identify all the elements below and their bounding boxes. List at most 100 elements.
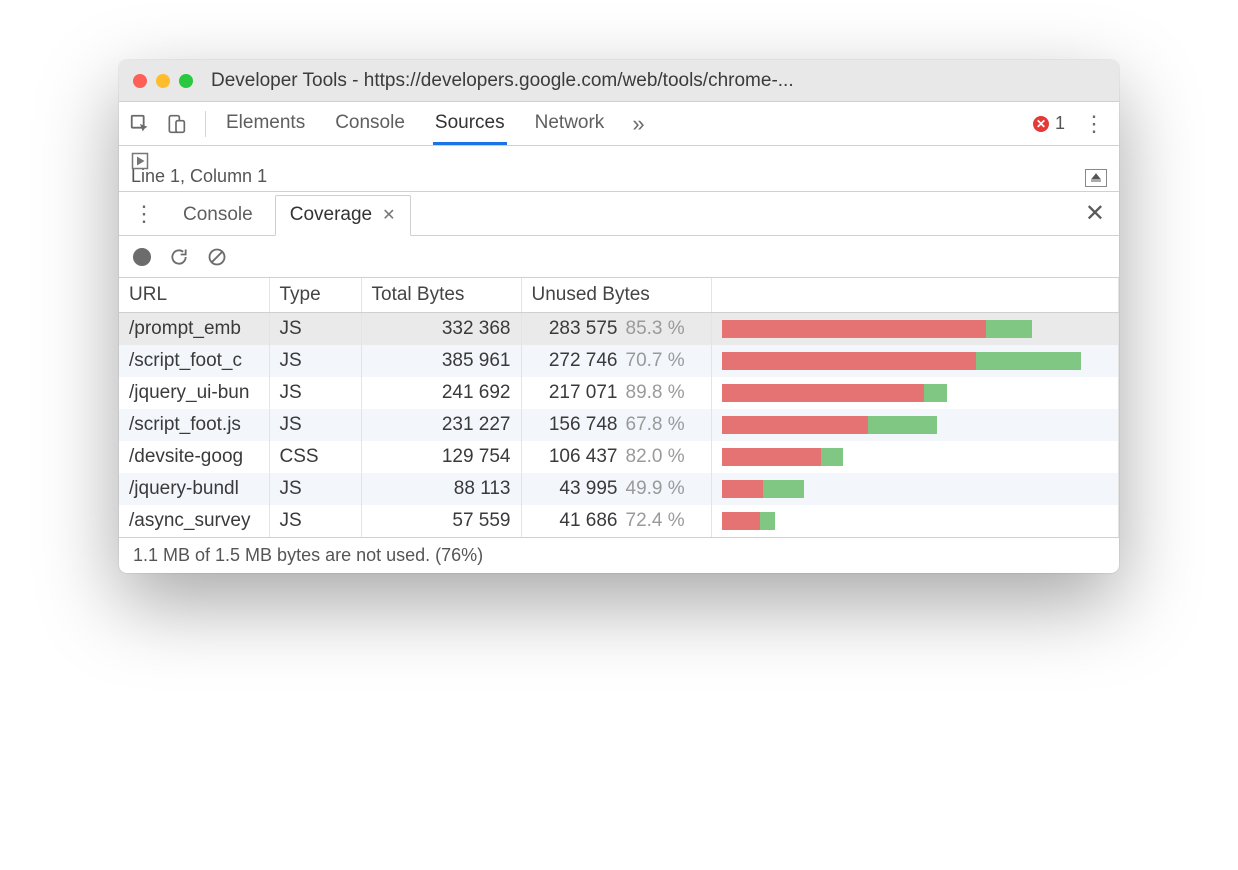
cell-url: /async_survey	[119, 505, 269, 537]
bar-used	[924, 384, 947, 402]
drawer-tab-console[interactable]: Console	[169, 196, 267, 235]
devtools-main-toolbar: Elements Console Sources Network » ✕ 1 ⋮	[119, 102, 1119, 146]
cell-type: JS	[269, 313, 361, 346]
coverage-table: URL Type Total Bytes Unused Bytes /promp…	[119, 278, 1119, 537]
error-count: 1	[1055, 113, 1065, 134]
bar-used	[986, 320, 1032, 338]
window-titlebar: Developer Tools - https://developers.goo…	[119, 60, 1119, 102]
cell-usage-bar	[711, 473, 1119, 505]
cell-url: /jquery-bundl	[119, 473, 269, 505]
window-title: Developer Tools - https://developers.goo…	[211, 70, 1105, 92]
cell-usage-bar	[711, 409, 1119, 441]
cell-unused-bytes: 156 74867.8 %	[521, 409, 711, 441]
debugger-step-icon[interactable]	[129, 150, 151, 172]
table-row[interactable]: /async_surveyJS57 55941 68672.4 %	[119, 505, 1119, 537]
error-indicator[interactable]: ✕ 1	[1033, 113, 1065, 134]
drawer-tab-label: Console	[183, 204, 253, 226]
tab-sources[interactable]: Sources	[433, 102, 507, 145]
cell-usage-bar	[711, 505, 1119, 537]
error-badge-icon: ✕	[1033, 116, 1049, 132]
drawer-close-icon[interactable]: ✕	[1079, 199, 1111, 228]
device-toggle-icon[interactable]	[165, 113, 187, 135]
bar-unused	[722, 416, 868, 434]
cell-url: /prompt_emb	[119, 313, 269, 346]
cell-url: /script_foot_c	[119, 345, 269, 377]
table-row[interactable]: /devsite-googCSS129 754106 43782.0 %	[119, 441, 1119, 473]
tab-console[interactable]: Console	[333, 102, 407, 145]
cell-total-bytes: 129 754	[361, 441, 521, 473]
coverage-summary: 1.1 MB of 1.5 MB bytes are not used. (76…	[119, 537, 1119, 573]
table-header-row: URL Type Total Bytes Unused Bytes	[119, 278, 1119, 313]
table-row[interactable]: /script_foot_cJS385 961272 74670.7 %	[119, 345, 1119, 377]
sources-statusbar: Line 1, Column 1	[119, 146, 1119, 192]
cell-type: JS	[269, 505, 361, 537]
bar-used	[976, 352, 1082, 370]
tab-network[interactable]: Network	[533, 102, 607, 145]
cell-total-bytes: 385 961	[361, 345, 521, 377]
bar-unused	[722, 512, 761, 530]
bar-used	[763, 480, 804, 498]
bar-unused	[722, 320, 987, 338]
table-row[interactable]: /script_foot.jsJS231 227156 74867.8 %	[119, 409, 1119, 441]
cell-type: JS	[269, 409, 361, 441]
cursor-position: Line 1, Column 1	[131, 166, 267, 187]
cell-url: /jquery_ui-bun	[119, 377, 269, 409]
window-close-button[interactable]	[133, 74, 147, 88]
cell-type: JS	[269, 377, 361, 409]
cell-unused-bytes: 43 99549.9 %	[521, 473, 711, 505]
devtools-menu-icon[interactable]: ⋮	[1079, 111, 1109, 137]
header-url[interactable]: URL	[119, 278, 269, 313]
bar-used	[821, 448, 843, 466]
cell-unused-bytes: 217 07189.8 %	[521, 377, 711, 409]
cell-type: JS	[269, 473, 361, 505]
cell-url: /script_foot.js	[119, 409, 269, 441]
bar-used	[760, 512, 775, 530]
drawer-tabstrip: ⋮ Console Coverage ✕ ✕	[119, 192, 1119, 236]
cell-type: JS	[269, 345, 361, 377]
cell-usage-bar	[711, 313, 1119, 346]
cell-unused-bytes: 41 68672.4 %	[521, 505, 711, 537]
devtools-window: Developer Tools - https://developers.goo…	[119, 60, 1119, 573]
close-tab-icon[interactable]: ✕	[382, 205, 395, 225]
bar-unused	[722, 448, 821, 466]
table-row[interactable]: /jquery-bundlJS88 11343 99549.9 %	[119, 473, 1119, 505]
inspect-element-icon[interactable]	[129, 113, 151, 135]
drawer-collapse-icon[interactable]	[1085, 169, 1107, 187]
bar-unused	[722, 384, 924, 402]
tab-elements[interactable]: Elements	[224, 102, 307, 145]
toolbar-separator	[205, 111, 206, 137]
cell-usage-bar	[711, 441, 1119, 473]
drawer-tab-coverage[interactable]: Coverage ✕	[275, 195, 411, 236]
drawer-menu-icon[interactable]: ⋮	[127, 201, 161, 227]
drawer-tab-label: Coverage	[290, 204, 372, 226]
coverage-controls	[119, 236, 1119, 278]
cell-total-bytes: 231 227	[361, 409, 521, 441]
bar-unused	[722, 480, 763, 498]
header-unused-bytes[interactable]: Unused Bytes	[521, 278, 711, 313]
devtools-tabs: Elements Console Sources Network »	[224, 102, 1019, 145]
header-total-bytes[interactable]: Total Bytes	[361, 278, 521, 313]
window-traffic-lights	[133, 74, 193, 88]
cell-total-bytes: 332 368	[361, 313, 521, 346]
reload-icon[interactable]	[169, 247, 189, 267]
cell-unused-bytes: 272 74670.7 %	[521, 345, 711, 377]
cell-usage-bar	[711, 377, 1119, 409]
cell-total-bytes: 241 692	[361, 377, 521, 409]
window-zoom-button[interactable]	[179, 74, 193, 88]
cell-type: CSS	[269, 441, 361, 473]
cell-total-bytes: 88 113	[361, 473, 521, 505]
table-row[interactable]: /prompt_embJS332 368283 57585.3 %	[119, 313, 1119, 346]
cell-total-bytes: 57 559	[361, 505, 521, 537]
bar-unused	[722, 352, 976, 370]
cell-usage-bar	[711, 345, 1119, 377]
cell-url: /devsite-goog	[119, 441, 269, 473]
header-type[interactable]: Type	[269, 278, 361, 313]
table-row[interactable]: /jquery_ui-bunJS241 692217 07189.8 %	[119, 377, 1119, 409]
tabs-overflow-icon[interactable]: »	[632, 111, 644, 137]
window-minimize-button[interactable]	[156, 74, 170, 88]
header-usage-bar	[711, 278, 1119, 313]
cell-unused-bytes: 283 57585.3 %	[521, 313, 711, 346]
bar-used	[868, 416, 937, 434]
clear-icon[interactable]	[207, 247, 227, 267]
record-button[interactable]	[133, 248, 151, 266]
